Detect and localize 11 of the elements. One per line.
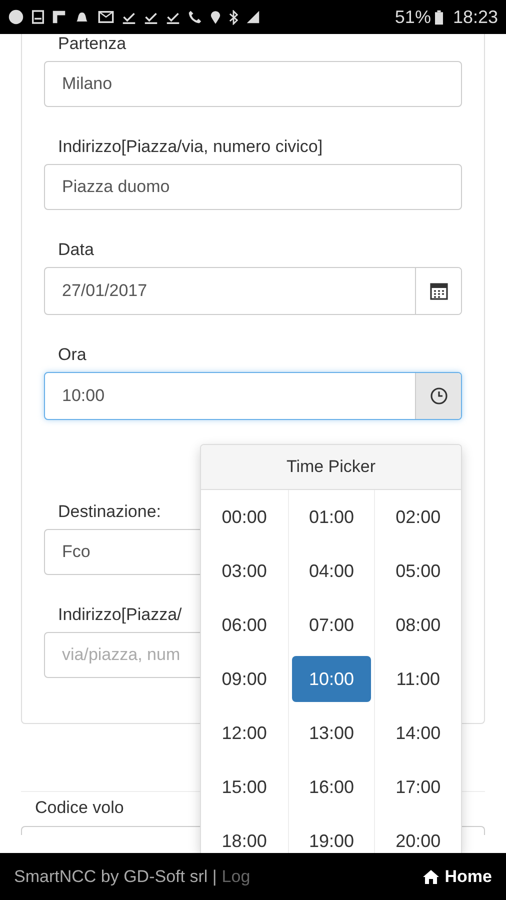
footer-credit: SmartNCC by GD-Soft srl | <box>14 866 217 886</box>
field-label: Codice volo <box>34 798 125 818</box>
field-label: Partenza <box>57 34 128 54</box>
field-label: Data <box>57 240 95 260</box>
field-label: Indirizzo[Piazza/ <box>57 605 183 625</box>
clock-time: 18:23 <box>452 6 498 28</box>
picker-title: Time Picker <box>201 445 461 490</box>
battery-percentage: 51% <box>394 6 431 28</box>
field-label: Indirizzo[Piazza/via, numero civico] <box>57 137 324 157</box>
field-label: Destinazione: <box>57 502 162 522</box>
field-label: Ora <box>57 345 88 365</box>
